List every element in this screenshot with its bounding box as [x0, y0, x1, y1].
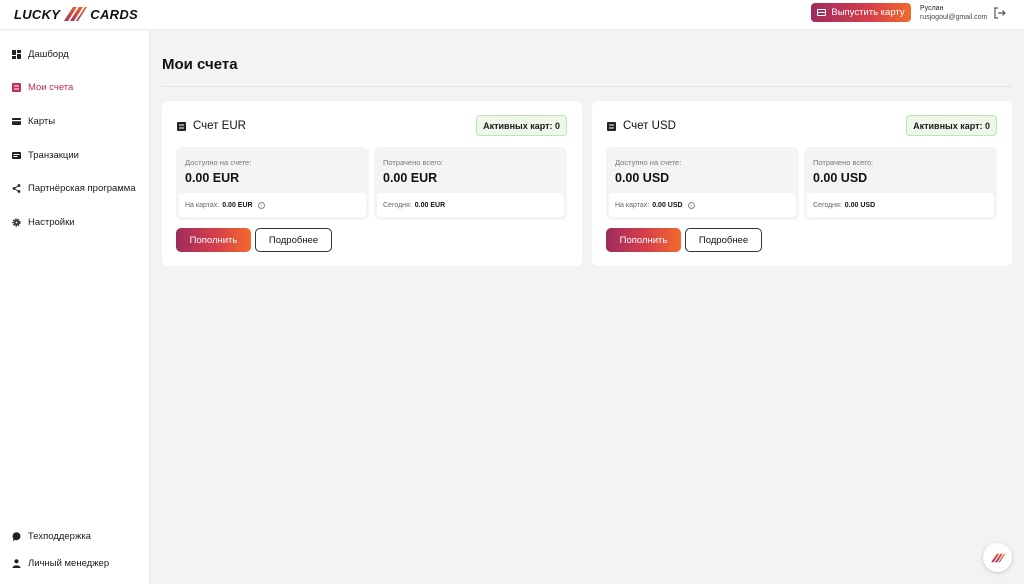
share-icon	[12, 183, 21, 193]
sidebar-item-label: Личный менеджер	[28, 557, 110, 569]
logo-text-left: LUCKY	[14, 6, 61, 22]
available-value: 0.00 EUR	[185, 171, 240, 185]
sidebar-item-transactions[interactable]: Транзакции	[12, 148, 79, 162]
person-icon	[12, 558, 21, 568]
account-title-text: Счет EUR	[193, 120, 246, 132]
logout-icon[interactable]	[993, 7, 1007, 19]
details-button[interactable]: Подробнее	[685, 228, 762, 252]
logo-text-right: CARDS	[90, 6, 139, 22]
today-row: Сегодня: 0.00 USD	[807, 193, 994, 217]
sidebar-item-settings[interactable]: Настройки	[12, 215, 75, 229]
issue-card-button[interactable]: Выпустить карту	[811, 3, 911, 22]
active-cards-badge: Активных карт: 0	[476, 115, 567, 136]
info-icon[interactable]: i	[687, 201, 695, 209]
today-row: Сегодня: 0.00 EUR	[377, 193, 564, 217]
issue-card-label: Выпустить карту	[831, 7, 905, 18]
account-title-text: Счет USD	[623, 120, 676, 132]
sidebar-item-support[interactable]: Техподдержка	[12, 529, 91, 543]
available-balance-panel: Доступно на счете: 0.00 EUR На картах: 0…	[176, 147, 369, 220]
today-label: Сегодня:	[813, 201, 842, 209]
spent-total-panel: Потрачено всего: 0.00 EUR Сегодня: 0.00 …	[374, 147, 567, 220]
floating-logo-button[interactable]	[983, 543, 1012, 572]
today-label: Сегодня:	[383, 201, 412, 209]
sidebar-item-personal-manager[interactable]: Личный менеджер	[12, 556, 109, 570]
on-cards-label: На картах:	[185, 201, 220, 209]
spent-total-panel: Потрачено всего: 0.00 USD Сегодня: 0.00 …	[804, 147, 997, 220]
transactions-icon	[12, 151, 21, 159]
account-title: Счет USD	[607, 120, 676, 132]
account-card-eur: Счет EUR Активных карт: 0 Доступно на сч…	[162, 101, 582, 266]
active-cards-badge: Активных карт: 0	[906, 115, 997, 136]
today-value: 0.00 USD	[844, 201, 876, 209]
sidebar-item-label: Мои счета	[28, 81, 74, 93]
chat-icon	[12, 531, 21, 541]
user-name: Руслан	[920, 5, 944, 12]
spent-label: Потрачено всего:	[813, 158, 874, 167]
sidebar-item-label: Партнёрская программа	[28, 182, 136, 194]
on-cards-value: 0.00 EUR	[222, 201, 253, 209]
sidebar-item-partner-program[interactable]: Партнёрская программа	[12, 181, 136, 195]
account-title: Счет EUR	[177, 120, 246, 132]
dashboard-icon	[12, 49, 21, 59]
sidebar-item-label: Дашборд	[28, 48, 69, 60]
topup-button[interactable]: Пополнить	[606, 228, 681, 252]
account-card-usd: Счет USD Активных карт: 0 Доступно на сч…	[592, 101, 1012, 266]
divider	[162, 86, 1012, 87]
page-title: Мои счета	[162, 56, 238, 73]
available-value: 0.00 USD	[615, 171, 670, 185]
card-icon	[12, 117, 21, 125]
sidebar: Дашборд Мои счета Карты Транзакции Партн…	[0, 31, 150, 584]
logo-mark-icon	[990, 553, 1005, 562]
accounts-icon	[12, 82, 21, 92]
sidebar-item-cards[interactable]: Карты	[12, 114, 55, 128]
spent-label: Потрачено всего:	[383, 158, 444, 167]
spent-value: 0.00 USD	[813, 171, 868, 185]
logo[interactable]: LUCKY CARDS	[14, 5, 138, 23]
topup-button[interactable]: Пополнить	[176, 228, 251, 252]
account-icon	[177, 121, 186, 131]
on-cards-value: 0.00 USD	[652, 201, 683, 209]
spent-value: 0.00 EUR	[383, 171, 438, 185]
gear-icon	[12, 217, 21, 227]
available-label: Доступно на счете:	[185, 158, 252, 167]
available-balance-panel: Доступно на счете: 0.00 USD На картах: 0…	[606, 147, 799, 220]
sidebar-item-label: Техподдержка	[28, 530, 91, 542]
sidebar-item-label: Транзакции	[28, 149, 79, 161]
user-email: rusjogoul@gmail.com	[920, 14, 988, 21]
info-icon[interactable]: i	[257, 201, 265, 209]
on-cards-row: На картах: 0.00 EUR i	[179, 193, 366, 217]
logo-mark-icon	[64, 7, 88, 21]
available-label: Доступно на счете:	[615, 158, 682, 167]
sidebar-item-label: Настройки	[28, 216, 75, 228]
on-cards-row: На картах: 0.00 USD i	[609, 193, 796, 217]
details-button[interactable]: Подробнее	[255, 228, 332, 252]
sidebar-item-label: Карты	[28, 115, 56, 127]
top-bar: LUCKY CARDS Выпустить карту Руслан rusjo…	[0, 0, 1024, 30]
sidebar-item-accounts[interactable]: Мои счета	[12, 80, 73, 94]
sidebar-item-dashboard[interactable]: Дашборд	[12, 47, 69, 61]
today-value: 0.00 EUR	[414, 201, 446, 209]
on-cards-label: На картах:	[615, 201, 650, 209]
account-icon	[607, 121, 616, 131]
card-icon	[817, 9, 827, 16]
user-info[interactable]: Руслан rusjogoul@gmail.com	[920, 4, 987, 23]
